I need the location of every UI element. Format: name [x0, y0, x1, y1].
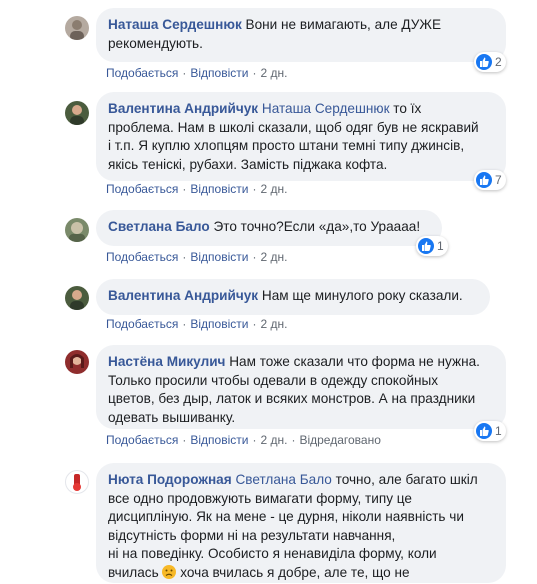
mention-link[interactable]: Светлана Бало — [235, 472, 331, 487]
comment-bubble: Нюта Подорожная Светлана Бало точно, але… — [96, 463, 506, 583]
like-link[interactable]: Подобається — [106, 317, 178, 331]
avatar[interactable] — [65, 16, 89, 40]
avatar[interactable] — [65, 101, 89, 125]
comment-actions: Подобається · Відповісти · 2 дн. — [106, 66, 288, 80]
timestamp[interactable]: 2 дн. — [260, 433, 287, 447]
timestamp[interactable]: 2 дн. — [260, 182, 287, 196]
reaction-count[interactable]: 7 — [474, 170, 506, 190]
sad-emoji-icon — [162, 564, 177, 579]
comment-author[interactable]: Настёна Микулич — [108, 354, 225, 369]
timestamp[interactable]: 2 дн. — [260, 250, 287, 264]
reply-link[interactable]: Відповісти — [190, 66, 248, 80]
comment-actions: Подобається · Відповісти · 2 дн. — [106, 250, 288, 264]
comment-text: Нам тоже сказали что форма не нужна. — [229, 354, 480, 369]
avatar[interactable] — [65, 218, 89, 242]
comment-author[interactable]: Наташа Сердешнюк — [108, 17, 242, 32]
comment-text: вчилась — [108, 564, 159, 580]
like-reaction-icon — [476, 54, 492, 70]
comment-text: Только просили чтобы одевали в одежду сп… — [108, 372, 439, 388]
comment-actions: Подобається · Відповісти · 2 дн. — [106, 317, 288, 331]
like-reaction-icon — [476, 423, 492, 439]
comment-author[interactable]: Нюта Подорожная — [108, 472, 232, 487]
comment-text: відсутність форми ні на результати навча… — [108, 527, 396, 543]
comment-text: хоча вчилась я добре, але те, що не — [176, 564, 410, 580]
comment-text: якісь теніскі, рубахи. Замість піджака к… — [108, 156, 388, 172]
like-link[interactable]: Подобається — [106, 250, 178, 264]
timestamp[interactable]: 2 дн. — [260, 66, 287, 80]
comment-bubble: Светлана Бало Это точно?Если «да»,то Ура… — [96, 210, 442, 246]
comment-author[interactable]: Светлана Бало — [108, 219, 210, 234]
avatar[interactable] — [65, 470, 89, 494]
comment-text: дисципліную. Як на мене - це дурня, ніко… — [108, 509, 464, 524]
reaction-number: 7 — [495, 173, 502, 187]
reply-link[interactable]: Відповісти — [190, 433, 248, 447]
reaction-number: 1 — [495, 424, 502, 438]
like-link[interactable]: Подобається — [106, 66, 178, 80]
comment-text: Вони не вимагають, але ДУЖЕ — [245, 17, 442, 32]
reply-link[interactable]: Відповісти — [190, 182, 248, 196]
reaction-count[interactable]: 1 — [416, 236, 448, 256]
like-link[interactable]: Подобається — [106, 433, 178, 447]
comment-text: і т.п. Я куплю хлопцям просто штани темн… — [108, 138, 465, 153]
reaction-count[interactable]: 1 — [474, 421, 506, 441]
comment-text: точно, але багато шкіл — [331, 472, 478, 487]
reaction-count[interactable]: 2 — [474, 52, 506, 72]
comment-actions: Подобається · Відповісти · 2 дн. · Відредагова… — [106, 433, 381, 447]
comment-bubble: Настёна Микулич Нам тоже сказали что фор… — [96, 345, 506, 429]
like-reaction-icon — [476, 172, 492, 188]
edited-label[interactable]: Відредаговано — [299, 433, 380, 447]
comment-text: одевать вышиванку. — [108, 409, 236, 425]
reaction-number: 1 — [437, 239, 444, 253]
comment-text: проблема. Нам в школі сказали, щоб одяг … — [108, 119, 479, 135]
comment-text: Нам ще минулого року сказали. — [261, 288, 463, 303]
mention-link[interactable]: Наташа Сердешнюк — [262, 101, 390, 116]
reaction-number: 2 — [495, 55, 502, 69]
reply-link[interactable]: Відповісти — [190, 317, 248, 331]
comment-bubble: Наташа Сердешнюк Вони не вимагають, але … — [96, 8, 506, 62]
comment-text: рекомендують. — [108, 35, 203, 51]
comment-bubble: Валентина Андрийчук Нам ще минулого року… — [96, 279, 490, 315]
comment-author[interactable]: Валентина Андрийчук — [108, 288, 258, 303]
comment-text: цветов, без дыр, латок и всяких монстров… — [108, 391, 476, 406]
comment-bubble: Валентина Андрийчук Наташа Сердешнюк то … — [96, 92, 506, 181]
comment-text: все одно продовжують вимагати форму, тип… — [108, 490, 412, 506]
comment-text: то їх — [389, 101, 422, 116]
comment-actions: Подобається · Відповісти · 2 дн. — [106, 182, 288, 196]
timestamp[interactable]: 2 дн. — [260, 317, 287, 331]
avatar[interactable] — [65, 286, 89, 310]
comment-text: Это точно?Если «да»,то Ураааа! — [213, 219, 421, 234]
like-link[interactable]: Подобається — [106, 182, 178, 196]
reply-link[interactable]: Відповісти — [190, 250, 248, 264]
avatar[interactable] — [65, 350, 89, 374]
comment-author[interactable]: Валентина Андрийчук — [108, 101, 258, 116]
comment-text: ні на поведінку. Особисто я ненавиділа ф… — [108, 546, 437, 561]
like-reaction-icon — [418, 238, 434, 254]
